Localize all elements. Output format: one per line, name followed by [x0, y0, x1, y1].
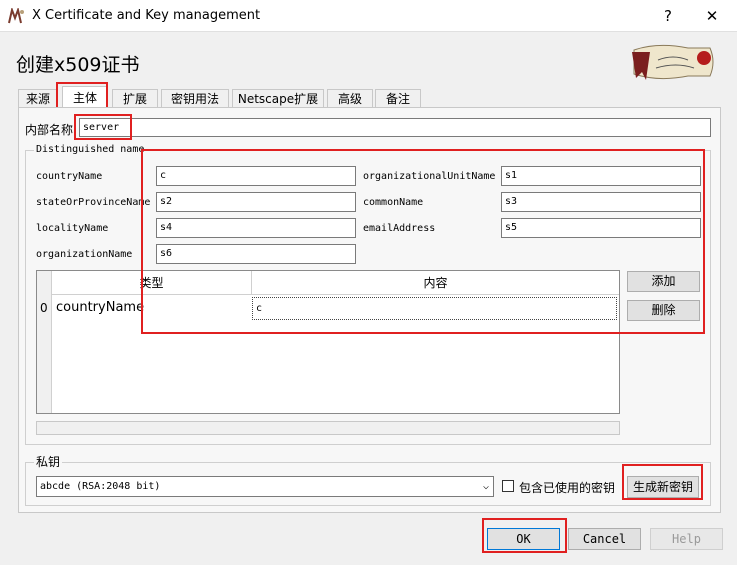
dn-table-row-index: 0 — [40, 301, 48, 315]
distinguished-name-title: Distinguished name — [34, 144, 147, 155]
highlight-dn-fields — [141, 149, 705, 334]
label-countryName: countryName — [36, 171, 103, 182]
label-localityName: localityName — [36, 223, 109, 234]
tab-source[interactable]: 来源 — [18, 89, 58, 107]
dialog-heading: 创建x509证书 — [16, 54, 140, 76]
label-stateOrProvinceName: stateOrProvinceName — [36, 197, 151, 208]
app-logo-icon — [8, 8, 24, 24]
tab-extensions[interactable]: 扩展 — [112, 89, 158, 107]
private-key-selected: abcde (RSA:2048 bit) — [40, 481, 161, 492]
include-used-checkbox[interactable] — [502, 480, 514, 492]
tab-comment[interactable]: 备注 — [375, 89, 421, 107]
tab-netscape[interactable]: Netscape扩展 — [232, 89, 324, 107]
dn-table-scrollbar[interactable] — [36, 421, 620, 435]
certificate-scroll-icon — [632, 44, 714, 80]
private-key-select[interactable]: abcde (RSA:2048 bit) ⌵ — [36, 476, 494, 497]
internal-name-input[interactable]: server — [79, 118, 711, 137]
highlight-internal-name — [74, 114, 132, 140]
private-key-title: 私钥 — [34, 453, 63, 470]
help-button[interactable]: Help — [650, 528, 723, 550]
tab-key-usage[interactable]: 密钥用法 — [161, 89, 229, 107]
dn-table-row-header — [37, 271, 52, 413]
cancel-button[interactable]: Cancel — [568, 528, 641, 550]
highlight-subject-tab — [56, 82, 108, 110]
tab-advanced[interactable]: 高级 — [327, 89, 373, 107]
chevron-down-icon: ⌵ — [482, 481, 489, 492]
label-organizationName: organizationName — [36, 249, 133, 260]
highlight-generate-key — [622, 464, 703, 500]
include-used-label: 包含已使用的密钥 — [519, 481, 616, 495]
close-window-button[interactable]: ✕ — [700, 4, 724, 28]
highlight-ok — [482, 518, 567, 553]
help-title-button[interactable]: ? — [656, 4, 680, 28]
internal-name-label: 内部名称 — [25, 123, 74, 137]
window-title: X Certificate and Key management — [32, 8, 261, 23]
title-bar: X Certificate and Key management ? ✕ — [0, 0, 737, 32]
dn-table-cell-type[interactable]: countryName — [56, 300, 144, 315]
